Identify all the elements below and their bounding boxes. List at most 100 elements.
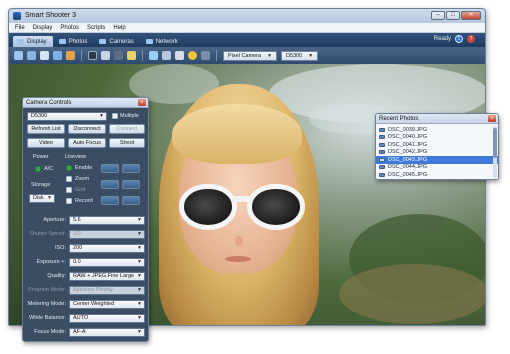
recent-photos-title: Recent Photos <box>379 116 419 122</box>
minimize-button[interactable]: – <box>431 11 445 20</box>
recent-photos-panel: Recent Photos x DSC_0039.JPG DSC_0040.JPG… <box>375 113 499 180</box>
setting-value: Aperture Priority <box>73 287 113 293</box>
recent-photo-item[interactable]: DSC_0043.JPG <box>376 156 498 164</box>
storage-select[interactable]: Disk ▼ <box>29 194 55 203</box>
setting-select[interactable]: AUTO ▼ <box>69 314 145 323</box>
liveview-zoom-in-button[interactable] <box>122 180 140 189</box>
recent-photo-item[interactable]: DSC_0042.JPG <box>376 149 498 157</box>
sunglasses-left-lens <box>179 184 237 230</box>
liveview-focus-far-button[interactable] <box>122 164 140 173</box>
sunglasses-right-lens <box>247 184 305 230</box>
liveview-next-button[interactable] <box>122 196 140 205</box>
tab-label: Cameras <box>109 38 134 45</box>
multiple-checkbox[interactable] <box>112 113 118 119</box>
tag-icon[interactable] <box>201 51 210 60</box>
chevron-down-icon: ▼ <box>137 259 142 265</box>
scrollbar-thumb[interactable] <box>493 128 497 158</box>
close-window-button[interactable]: ✕ <box>461 11 481 20</box>
rotate-left-icon[interactable] <box>40 51 49 60</box>
setting-select[interactable]: Aperture Priority ▼ <box>69 286 145 295</box>
menu-display[interactable]: Display <box>33 23 53 32</box>
photo-subject-nose <box>235 236 243 246</box>
zoom-fit-icon[interactable] <box>14 51 23 60</box>
menu-photos[interactable]: Photos <box>60 23 79 32</box>
connect-button[interactable]: Connect <box>109 124 145 134</box>
close-panel-button[interactable]: x <box>488 115 496 122</box>
tab-display[interactable]: Display <box>13 36 53 47</box>
compare-icon[interactable] <box>175 51 184 60</box>
setting-select[interactable]: 0.0 ▼ <box>69 258 145 267</box>
help-icon[interactable]: ? <box>467 35 475 43</box>
power-ac-indicator <box>35 166 41 172</box>
multiple-label: Multiple <box>120 113 139 119</box>
recent-photo-name: DSC_0041.JPG <box>388 141 428 148</box>
setting-select[interactable]: RAW + JPEG Fine Large ▼ <box>69 272 145 281</box>
image-file-icon <box>379 135 385 140</box>
flag-icon[interactable] <box>188 51 197 60</box>
camera-select[interactable]: Pixel Camera ▼ <box>223 50 277 61</box>
menu-help[interactable]: Help <box>113 23 125 32</box>
setting-select[interactable]: Center Weighted ▼ <box>69 300 145 309</box>
setting-select[interactable]: AF-A ▼ <box>69 328 145 337</box>
camera-count-badge: 1 <box>455 35 463 43</box>
highlight-icon[interactable] <box>127 51 136 60</box>
overlay-icon[interactable] <box>114 51 123 60</box>
disconnect-button[interactable]: Disconnect <box>68 124 106 134</box>
tab-photos[interactable]: Photos <box>55 36 94 47</box>
zoom-checkbox[interactable] <box>66 176 72 182</box>
focus-point-icon[interactable] <box>162 51 171 60</box>
camera-select-value: Pixel Camera <box>228 52 262 59</box>
recent-photo-name: DSC_0044.JPG <box>388 164 428 171</box>
setting-label: Quality: <box>47 273 66 279</box>
tab-label: Display <box>27 38 47 45</box>
recent-photo-item[interactable]: DSC_0039.JPG <box>376 126 498 134</box>
toolbar-divider <box>216 50 217 61</box>
close-panel-button[interactable]: x <box>138 99 146 106</box>
camera-select[interactable]: D5300 ▼ <box>27 112 107 121</box>
recent-photo-item[interactable]: DSC_0045.JPG <box>376 171 498 179</box>
image-file-icon <box>379 157 385 162</box>
shoot-button[interactable]: Shoot <box>109 138 145 148</box>
recent-photo-name: DSC_0042.JPG <box>388 149 428 156</box>
window-title: Smart Shooter 3 <box>25 12 76 19</box>
rotate-right-icon[interactable] <box>53 51 62 60</box>
setting-label: White Balance: <box>29 315 66 321</box>
chevron-down-icon: ▼ <box>137 301 142 307</box>
setting-select[interactable]: 5.6 ▼ <box>69 216 145 225</box>
liveview-enable-checkbox[interactable] <box>66 165 72 171</box>
model-select[interactable]: D5300 ▼ <box>280 50 319 61</box>
grid-checkbox[interactable] <box>66 187 72 193</box>
setting-value: 5.6 <box>73 217 81 223</box>
maximize-button[interactable]: □ <box>446 11 460 20</box>
photos-icon <box>58 39 66 44</box>
zoom-100-icon[interactable] <box>27 51 36 60</box>
power-label: Power <box>33 154 49 160</box>
setting-select[interactable]: 1/0 ▼ <box>69 230 145 239</box>
menu-file[interactable]: File <box>15 23 25 32</box>
recent-photo-item[interactable]: DSC_0040.JPG <box>376 134 498 142</box>
liveview-prev-button[interactable] <box>101 196 119 205</box>
tab-cameras[interactable]: Cameras <box>95 36 139 47</box>
recent-photo-item[interactable]: DSC_0044.JPG <box>376 164 498 172</box>
tab-network[interactable]: Network <box>142 36 184 47</box>
histogram-icon[interactable] <box>101 51 110 60</box>
panel-title: Recent Photos x <box>376 114 498 124</box>
auto-focus-button[interactable]: Auto Focus <box>68 138 106 148</box>
setting-value: AUTO <box>73 315 89 321</box>
recent-photo-item[interactable]: DSC_0041.JPG <box>376 141 498 149</box>
refresh-list-button[interactable]: Refresh List <box>27 124 65 134</box>
record-checkbox[interactable] <box>66 198 72 204</box>
liveview-focus-near-button[interactable] <box>101 164 119 173</box>
menu-scripts[interactable]: Scripts <box>87 23 105 32</box>
recent-photo-name: DSC_0039.JPG <box>388 126 428 133</box>
liveview-zoom-out-button[interactable] <box>101 180 119 189</box>
grid-icon[interactable] <box>88 51 97 60</box>
grid-label: Grid <box>75 187 86 193</box>
setting-select[interactable]: 200 ▼ <box>69 244 145 253</box>
camera-controls-panel: Camera Controls x D5300 ▼ Multiple Refre… <box>22 97 149 342</box>
color-icon[interactable] <box>66 51 75 60</box>
video-button[interactable]: Video <box>27 138 65 148</box>
title-bar: Smart Shooter 3 – □ ✕ <box>9 9 485 23</box>
info-icon[interactable] <box>149 51 158 60</box>
app-logo-icon <box>13 12 21 20</box>
